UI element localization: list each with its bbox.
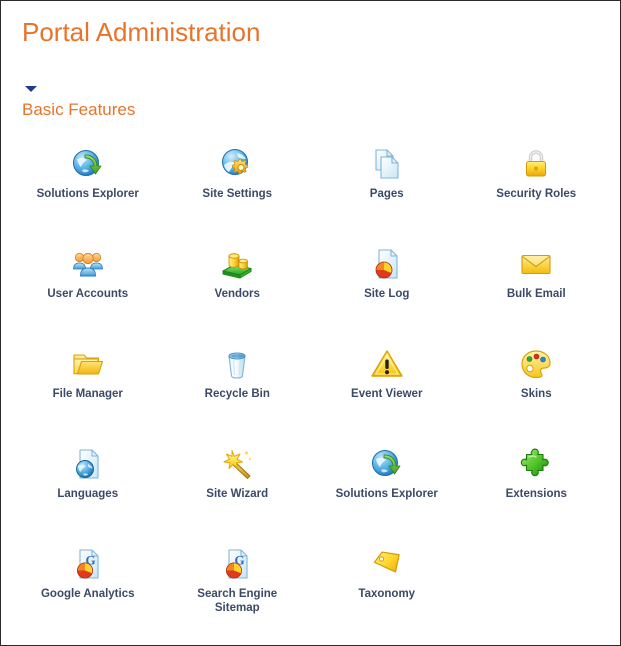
padlock-icon <box>519 147 553 181</box>
feature-tile-label: Taxonomy <box>358 588 416 600</box>
feature-tile[interactable]: Solutions Explorer <box>312 439 462 539</box>
feature-tile[interactable]: Vendors <box>163 239 313 339</box>
money-coins-icon <box>220 247 254 281</box>
warning-triangle-icon <box>370 347 404 381</box>
page-title: Portal Administration <box>22 17 261 47</box>
feature-tile-label: Google Analytics <box>40 588 135 600</box>
users-group-icon <box>71 247 105 281</box>
feature-tile-label: Site Wizard <box>206 488 269 500</box>
feature-tile[interactable]: Security Roles <box>462 139 612 239</box>
feature-tile-label: Solutions Explorer <box>36 188 139 200</box>
feature-tile[interactable]: Bulk Email <box>462 239 612 339</box>
feature-tile[interactable]: Languages <box>13 439 163 539</box>
magic-wand-icon <box>220 447 254 481</box>
feature-tile[interactable]: Site Wizard <box>163 439 313 539</box>
feature-tile-label: Site Settings <box>202 188 273 200</box>
portal-administration-page: Portal Administration Basic Features Sol… <box>0 0 621 646</box>
feature-tile[interactable]: Pages <box>312 139 462 239</box>
feature-tile-label: Extensions <box>505 488 567 500</box>
feature-tile[interactable]: G Google Analytics <box>13 539 163 639</box>
globe-green-arrow-icon <box>370 447 404 481</box>
feature-tile[interactable]: G Search Engine Sitemap <box>163 539 313 639</box>
globe-gear-icon <box>220 147 254 181</box>
section-basic-features: Basic Features <box>22 85 602 120</box>
feature-tile[interactable]: Event Viewer <box>312 339 462 439</box>
document-piechart-g-icon: G <box>71 547 105 581</box>
envelope-icon <box>519 247 553 281</box>
feature-tile-label: Vendors <box>214 288 260 300</box>
document-globe-icon <box>71 447 105 481</box>
feature-tile-label: Event Viewer <box>351 388 423 400</box>
feature-tile-label: Recycle Bin <box>204 388 270 400</box>
feature-tile-label: Pages <box>369 188 404 200</box>
documents-stack-icon <box>370 147 404 181</box>
feature-tile-label: Skins <box>520 388 552 400</box>
feature-tile[interactable]: Recycle Bin <box>163 339 313 439</box>
feature-tile[interactable]: Site Settings <box>163 139 313 239</box>
chevron-down-icon[interactable] <box>25 85 38 95</box>
document-piechart-g-icon: G <box>220 547 254 581</box>
feature-tile-label: Bulk Email <box>506 288 566 300</box>
folder-open-icon <box>71 347 105 381</box>
document-piechart-icon <box>370 247 404 281</box>
price-tag-icon <box>370 547 404 581</box>
feature-grid: Solutions Explorer Site Settings Pages S… <box>13 139 611 639</box>
feature-tile-empty <box>462 539 612 639</box>
feature-tile[interactable]: User Accounts <box>13 239 163 339</box>
feature-tile-label: Security Roles <box>496 188 577 200</box>
feature-tile[interactable]: Taxonomy <box>312 539 462 639</box>
section-title: Basic Features <box>22 100 136 119</box>
feature-tile[interactable]: Skins <box>462 339 612 439</box>
feature-tile[interactable]: Extensions <box>462 439 612 539</box>
feature-tile[interactable]: Solutions Explorer <box>13 139 163 239</box>
feature-tile[interactable]: File Manager <box>13 339 163 439</box>
feature-tile-label: Search Engine Sitemap <box>197 588 278 614</box>
globe-green-arrow-icon <box>71 147 105 181</box>
feature-tile-label: Languages <box>57 488 119 500</box>
feature-tile-label: File Manager <box>52 388 123 400</box>
paint-palette-icon <box>519 347 553 381</box>
feature-tile[interactable]: Site Log <box>312 239 462 339</box>
feature-tile-label: Site Log <box>364 288 410 300</box>
feature-tile-label: Solutions Explorer <box>335 488 438 500</box>
puzzle-piece-icon <box>519 447 553 481</box>
feature-tile-label: User Accounts <box>47 288 129 300</box>
recycle-bin-icon <box>220 347 254 381</box>
